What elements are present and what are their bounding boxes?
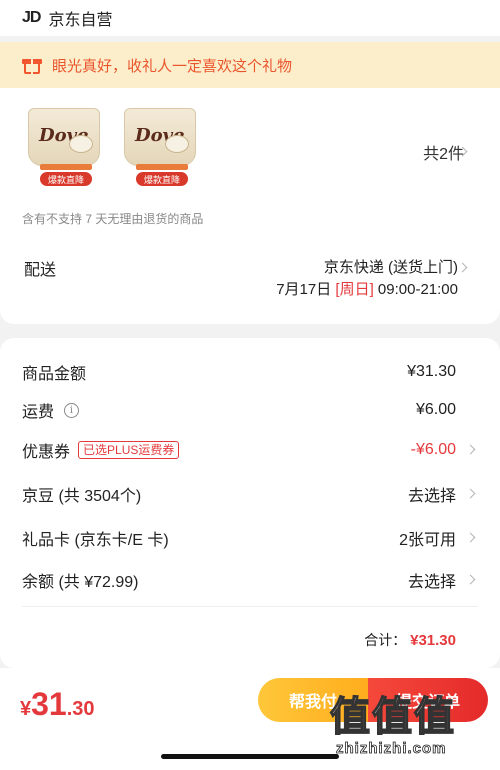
balance-label: 余额 (共 ¥72.99) <box>22 574 139 591</box>
total-amount: ¥31.30 <box>410 632 456 649</box>
price-decimal: .30 <box>66 698 95 720</box>
submit-order-button[interactable]: 提交订单 <box>368 678 488 722</box>
jd-logo: JD <box>22 9 41 26</box>
coupon-row[interactable]: 优惠券 已选PLUS运费券 -¥6.00 <box>0 430 500 470</box>
price-summary-card: 商品金额 ¥31.30 运费 i ¥6.00 优惠券 已选PLUS运费券 -¥6… <box>0 338 500 668</box>
coupon-value: -¥6.00 <box>410 441 456 458</box>
gift-banner-text: 眼光真好，收礼人一定喜欢这个礼物 <box>52 57 293 75</box>
pay-price: ¥31.30 <box>20 686 95 723</box>
return-policy-notice: 含有不支持 7 天无理由退货的商品 <box>22 212 204 226</box>
chevron-right-icon[interactable] <box>465 444 476 455</box>
help-pay-button[interactable]: 帮我付 <box>258 678 368 722</box>
goods-amount-label: 商品金额 <box>22 366 87 383</box>
total-line: 合计： ¥31.30 <box>364 630 456 650</box>
delivery-time-range: 09:00-21:00 <box>377 281 458 298</box>
product-image: Dove <box>28 108 100 166</box>
coupon-label: 优惠券 <box>22 444 71 461</box>
gift-card-label: 礼品卡 (京东卡/E 卡) <box>22 532 169 549</box>
product-thumbnail[interactable]: Dove 爆款直降 <box>118 102 202 186</box>
goods-amount-row: 商品金额 ¥31.30 <box>0 352 500 392</box>
shipping-fee-value: ¥6.00 <box>415 401 456 418</box>
product-thumbnail[interactable]: Dove 爆款直降 <box>22 102 106 186</box>
delivery-date: 7月17日 <box>276 281 332 298</box>
gift-card-value: 2张可用 <box>399 532 456 549</box>
delivery-method[interactable]: 京东快递 (送货上门) <box>324 256 458 277</box>
divider <box>22 606 478 607</box>
checkout-bar: ¥31.30 帮我付 提交订单 值值值 zhizhizhi.com <box>0 668 500 770</box>
delivery-label: 配送 <box>24 262 57 279</box>
chevron-right-icon[interactable] <box>457 262 468 273</box>
jd-beans-value: 去选择 <box>407 488 456 505</box>
price-integer: 31 <box>31 686 67 722</box>
goods-amount-value: ¥31.30 <box>407 363 456 380</box>
info-icon[interactable]: i <box>64 402 80 418</box>
product-image: Dove <box>124 108 196 166</box>
gift-icon <box>22 56 42 74</box>
chevron-right-icon[interactable] <box>465 574 476 585</box>
delivery-time[interactable]: 7月17日 [周日] 09:00-21:00 <box>276 278 458 299</box>
gift-banner: 眼光真好，收礼人一定喜欢这个礼物 <box>0 42 500 88</box>
plus-coupon-badge: 已选PLUS运费券 <box>78 441 180 459</box>
gift-card-row[interactable]: 礼品卡 (京东卡/E 卡) 2张可用 <box>0 518 500 558</box>
balance-row[interactable]: 余额 (共 ¥72.99) 去选择 <box>0 560 500 600</box>
shipping-fee-row: 运费 i ¥6.00 <box>0 390 500 430</box>
delivery-weekday: [周日] <box>335 281 374 298</box>
jd-beans-label: 京豆 (共 3504个) <box>22 488 142 505</box>
chevron-right-icon[interactable] <box>465 488 476 499</box>
product-tag: 爆款直降 <box>40 172 92 186</box>
total-label: 合计： <box>364 632 407 648</box>
store-header: JD 京东自营 <box>0 0 500 36</box>
store-name: 京东自营 <box>48 12 113 29</box>
balance-value: 去选择 <box>407 574 456 591</box>
goods-card[interactable]: Dove 爆款直降 Dove 爆款直降 共2件 含有不支持 7 天无理由退货的商… <box>0 88 500 324</box>
jd-beans-row[interactable]: 京豆 (共 3504个) 去选择 <box>0 474 500 514</box>
home-indicator[interactable] <box>161 754 339 759</box>
chevron-right-icon[interactable] <box>465 532 476 543</box>
shipping-fee-label: 运费 <box>22 404 55 421</box>
price-symbol: ¥ <box>20 698 32 720</box>
product-tag: 爆款直降 <box>136 172 188 186</box>
watermark-site: zhizhizhi.com <box>336 740 447 758</box>
